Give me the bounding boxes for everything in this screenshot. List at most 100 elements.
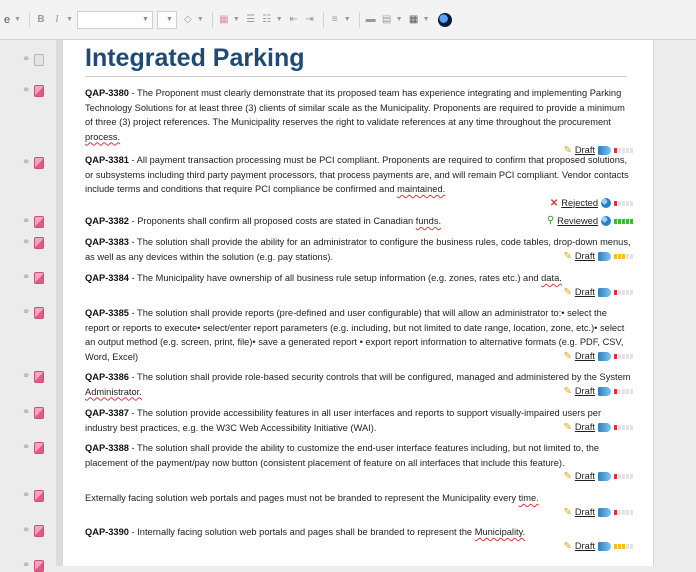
gutter-row: ⚭ xyxy=(22,442,45,454)
requirement-item[interactable]: QAP-3382 - Proponents shall confirm all … xyxy=(85,214,633,229)
status-row: ✎ Draft xyxy=(85,470,633,483)
requirement-icon[interactable] xyxy=(34,490,45,502)
assignee-icon[interactable] xyxy=(598,387,611,396)
requirement-item[interactable]: QAP-3383 - The solution shall provide th… xyxy=(85,235,633,263)
link-icon[interactable]: ⚭ xyxy=(22,526,30,536)
assignee-icon[interactable] xyxy=(601,198,611,208)
link-icon[interactable]: ⚭ xyxy=(22,491,30,501)
chevron-down-icon[interactable]: ▼ xyxy=(396,16,403,23)
gutter-row: ⚭ xyxy=(22,54,45,66)
assignee-icon[interactable] xyxy=(598,287,611,297)
gutter-row: ⚭ xyxy=(22,157,45,169)
requirement-icon[interactable] xyxy=(34,85,45,97)
requirement-code: QAP-3384 xyxy=(85,273,129,283)
link-icon[interactable]: ⚭ xyxy=(22,408,30,418)
status-link[interactable]: Rejected xyxy=(561,197,598,210)
chevron-down-icon[interactable]: ▼ xyxy=(344,16,351,23)
status-link[interactable]: Draft xyxy=(575,286,595,299)
table-icon[interactable]: ▦ xyxy=(407,11,421,29)
link-icon[interactable]: ⚭ xyxy=(22,86,30,96)
style-dropdown[interactable]: ▼ xyxy=(156,10,177,29)
requirement-item[interactable]: QAP-3386 - The solution shall provide ro… xyxy=(85,370,633,398)
link-icon[interactable]: ⚭ xyxy=(22,158,30,168)
align-icon[interactable]: ≡ xyxy=(328,11,342,29)
pencil-icon: ✎ xyxy=(563,386,572,397)
magnifier-icon: ⚲ xyxy=(546,215,555,226)
assignee-icon[interactable] xyxy=(598,252,611,261)
chevron-down-icon[interactable]: ▼ xyxy=(66,16,73,23)
link-icon[interactable]: ⚭ xyxy=(22,55,30,65)
gutter-row: ⚭ xyxy=(22,216,45,228)
status-link[interactable]: Reviewed xyxy=(557,214,598,229)
status-row: ✎ Draft xyxy=(85,540,633,553)
requirement-item[interactable]: QAP-3384 - The Municipality have ownersh… xyxy=(85,271,633,299)
status-row: ✎ Draft xyxy=(85,385,633,398)
link-icon[interactable]: ⚭ xyxy=(22,273,30,283)
link-icon[interactable]: ⚭ xyxy=(22,443,30,453)
requirement-icon[interactable] xyxy=(34,216,45,228)
pencil-icon: ✎ xyxy=(563,422,572,433)
requirement-icon[interactable] xyxy=(34,307,45,319)
gutter-row: ⚭ xyxy=(22,307,45,319)
italic-button[interactable]: I xyxy=(50,11,64,29)
indent-icon[interactable]: ⇥ xyxy=(303,11,317,29)
status-link[interactable]: Draft xyxy=(575,506,595,519)
outdent-icon[interactable]: ⇤ xyxy=(287,11,301,29)
assignee-icon[interactable] xyxy=(598,423,611,432)
link-icon[interactable]: ⚭ xyxy=(22,561,30,571)
requirement-icon[interactable] xyxy=(34,237,45,249)
bold-button[interactable]: B xyxy=(34,11,48,29)
comment-icon[interactable]: ▬ xyxy=(364,11,378,29)
status-link[interactable]: Draft xyxy=(575,421,595,434)
requirement-icon[interactable] xyxy=(34,407,45,419)
document-page: Integrated Parking QAP-3380 - The Propon… xyxy=(62,40,654,566)
requirement-item[interactable]: QAP-3390 - Internally facing solution we… xyxy=(85,525,633,553)
assignee-icon[interactable] xyxy=(601,216,611,227)
status-link[interactable]: Draft xyxy=(575,350,595,363)
requirement-item[interactable]: QAP-3381 - All payment transaction proce… xyxy=(85,153,633,210)
requirement-icon[interactable] xyxy=(34,442,45,454)
gutter-row: ⚭ xyxy=(22,237,45,249)
requirement-code: QAP-3388 xyxy=(85,443,129,453)
chevron-down-icon[interactable]: ▼ xyxy=(14,16,21,23)
requirement-icon[interactable] xyxy=(34,157,45,169)
chevron-down-icon[interactable]: ▼ xyxy=(197,16,204,23)
requirement-icon[interactable] xyxy=(34,272,45,284)
requirement-item[interactable]: QAP-3380 - The Proponent must clearly de… xyxy=(85,86,633,157)
bullet-list-icon[interactable]: ☷ xyxy=(260,11,274,29)
eraser-icon[interactable]: ◇ xyxy=(181,11,195,29)
link-icon[interactable]: ⚭ xyxy=(22,308,30,318)
requirement-icon[interactable] xyxy=(34,371,45,383)
status-link[interactable]: Draft xyxy=(575,540,595,553)
requirement-icon[interactable] xyxy=(34,525,45,537)
user-avatar-icon[interactable] xyxy=(437,12,452,27)
numbered-list-icon[interactable]: ☰ xyxy=(244,11,258,29)
chevron-down-icon[interactable]: ▼ xyxy=(233,16,240,23)
requirement-item[interactable]: QAP-3385 - The solution shall provide re… xyxy=(85,306,633,363)
pencil-icon: ✎ xyxy=(563,540,572,552)
priority-bars xyxy=(614,425,633,430)
status-link[interactable]: Draft xyxy=(575,385,595,398)
document-icon[interactable] xyxy=(34,54,45,66)
link-icon[interactable]: ⚭ xyxy=(22,238,30,248)
font-name-dropdown-fragment[interactable]: e xyxy=(4,14,14,26)
status-link[interactable]: Draft xyxy=(575,470,595,483)
paste-icon[interactable]: ▦ xyxy=(217,11,231,29)
chevron-down-icon[interactable]: ▼ xyxy=(276,16,283,23)
link-icon[interactable]: ⚭ xyxy=(22,372,30,382)
requirement-icon[interactable] xyxy=(34,560,45,572)
image-icon[interactable]: ▤ xyxy=(380,11,394,29)
status-link[interactable]: Draft xyxy=(575,250,595,263)
requirement-item[interactable]: QAP-3387 - The solution provide accessib… xyxy=(85,406,633,434)
status-row: ✕ Rejected xyxy=(85,197,633,210)
assignee-icon[interactable] xyxy=(598,472,611,481)
link-icon[interactable]: ⚭ xyxy=(22,217,30,227)
requirement-code: QAP-3385 xyxy=(85,308,129,318)
requirement-item[interactable]: Externally facing solution web portals a… xyxy=(85,491,633,519)
chevron-down-icon[interactable]: ▼ xyxy=(423,16,430,23)
assignee-icon[interactable] xyxy=(598,541,611,551)
requirement-item[interactable]: QAP-3388 - The solution shall provide th… xyxy=(85,441,633,483)
assignee-icon[interactable] xyxy=(598,507,611,517)
assignee-icon[interactable] xyxy=(598,352,611,361)
font-size-dropdown[interactable]: ▼ xyxy=(76,10,153,29)
